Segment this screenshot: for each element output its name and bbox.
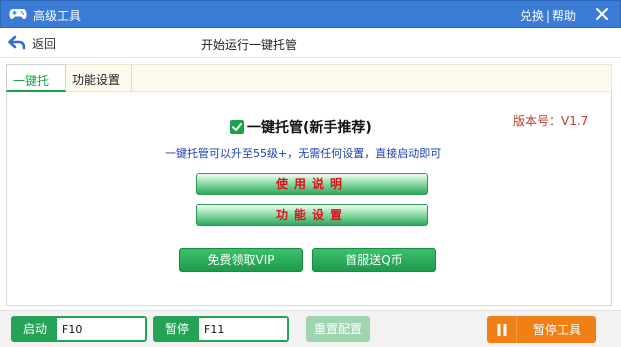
mode-checkbox[interactable] [230,120,244,134]
qcoin-button[interactable]: 首服送Q币 [312,248,436,272]
pause-icon [487,316,517,343]
tab-feature-settings[interactable]: 功能设置 [66,64,132,92]
gamepad-icon [9,7,27,21]
pause-tool-button[interactable]: 暂停工具 [487,316,596,343]
pause-label: 暂停 [155,318,199,340]
usage-guide-button[interactable]: 使用说明 [196,173,428,195]
close-icon[interactable] [594,6,610,22]
back-button[interactable]: 返回 [8,34,56,52]
redeem-link[interactable]: 兑换 [520,9,544,23]
reset-config-button[interactable]: 重置配置 [306,316,370,342]
version-label: 版本号：V1.7 [513,114,589,128]
start-hotkey-input[interactable] [57,318,145,340]
tab-bar: 一键托管 功能设置 [6,64,612,105]
start-label: 启动 [13,318,57,340]
link-separator: | [545,9,550,23]
pause-hotkey-input[interactable] [199,318,287,340]
page-heading: 开始运行一键托管 [201,38,298,52]
window-title: 高级工具 [33,9,82,23]
pause-hotkey-group: 暂停 [153,316,289,342]
checkmark-icon [232,123,242,131]
back-label: 返回 [32,36,57,51]
help-link[interactable]: 帮助 [552,9,576,23]
back-arrow-icon [8,35,26,50]
tab-one-click-hosting[interactable]: 一键托管 [6,64,66,105]
title-bar: 高级工具 兑换 | 帮助 [0,0,621,28]
pause-tool-label: 暂停工具 [533,323,582,337]
free-vip-button[interactable]: 免费领取VIP [179,248,303,272]
sub-header: 返回 开始运行一键托管 [0,28,621,58]
title-links: 兑换 | 帮助 [520,7,576,24]
mode-label: 一键托管(新手推荐) [247,120,372,136]
hosting-mode-option[interactable]: 一键托管(新手推荐) [230,117,372,137]
start-hotkey-group: 启动 [11,316,147,342]
feature-settings-button[interactable]: 功能设置 [196,204,428,226]
hosting-description: 一键托管可以升至55级+，无需任何设置，直接启动即可 [165,147,442,160]
